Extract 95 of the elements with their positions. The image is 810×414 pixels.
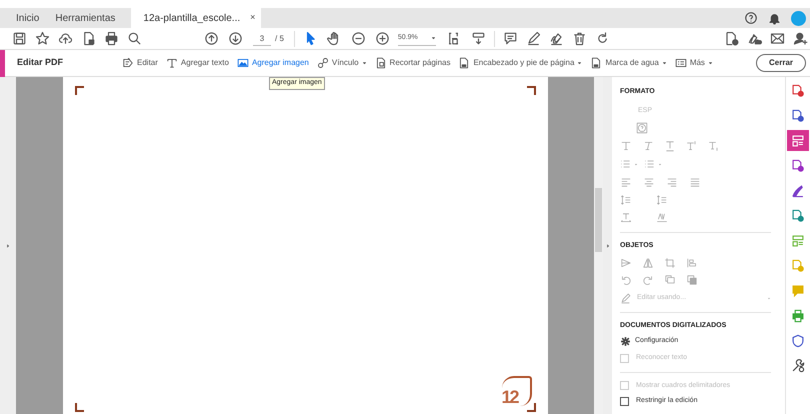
crop-mark [74, 403, 84, 412]
document-icon[interactable] [724, 31, 739, 46]
print-icon[interactable] [104, 31, 119, 46]
tool-button[interactable]: Más [674, 57, 713, 69]
tool-button[interactable]: Encabezado y pie de página [458, 57, 582, 69]
crop-mark [526, 403, 536, 412]
tab[interactable]: Inicio [8, 8, 48, 28]
document-icon [590, 57, 602, 69]
document-icon [791, 108, 805, 122]
search-icon[interactable] [127, 31, 142, 46]
checkbox[interactable] [620, 396, 629, 406]
user-icon[interactable] [793, 31, 808, 46]
text-style-icon[interactable] [620, 140, 632, 152]
align-icon[interactable] [689, 176, 701, 188]
close-button[interactable]: × [250, 11, 256, 25]
object-icon[interactable] [642, 256, 654, 268]
object-icon[interactable] [620, 256, 632, 268]
help-icon[interactable] [744, 11, 758, 25]
tool-button[interactable] [787, 130, 809, 151]
tool-button[interactable]: Marca de agua [590, 57, 667, 69]
signature-icon[interactable] [747, 31, 762, 46]
tool-button[interactable]: Agregar imagen [236, 57, 309, 69]
close-button[interactable]: Cerrar [756, 54, 806, 72]
link-icon [316, 57, 329, 69]
page-field[interactable]: 3 [253, 32, 271, 46]
panel-title: Editar PDF [17, 56, 64, 70]
align-icon[interactable] [666, 176, 678, 188]
object-icon[interactable] [620, 274, 632, 286]
document-icon [791, 208, 805, 222]
pencil-icon[interactable] [526, 31, 541, 46]
document-icon [791, 258, 805, 272]
tab[interactable]: Herramientas [47, 8, 124, 28]
settings-icon [620, 336, 631, 347]
tool-button[interactable]: Editar [122, 57, 158, 69]
document-icon [458, 57, 470, 69]
text-style-icon[interactable] [708, 140, 720, 152]
layout-icon [791, 234, 805, 248]
text-style-icon[interactable] [664, 140, 676, 152]
edit-icon [122, 57, 134, 69]
line-spacing-icon[interactable] [620, 194, 632, 206]
accent-bar [0, 50, 5, 76]
crop-mark [526, 86, 536, 95]
scrollbar[interactable] [594, 77, 603, 414]
image-icon [236, 57, 249, 69]
signature-icon[interactable] [548, 31, 564, 46]
logo-text: 12 [502, 388, 518, 406]
crop-icon [374, 57, 387, 69]
arrow-down-icon[interactable] [228, 31, 243, 46]
layout-icon [791, 134, 805, 148]
document-icon[interactable] [81, 31, 96, 46]
comment-icon[interactable] [502, 31, 518, 46]
scrollbar-thumb[interactable] [595, 188, 602, 252]
shield-icon [791, 334, 805, 348]
expand-icon[interactable] [6, 242, 10, 248]
object-icon[interactable] [686, 256, 698, 268]
spacing-icon[interactable] [620, 212, 632, 224]
arrow-up-icon[interactable] [204, 31, 219, 46]
zoom-in-icon[interactable] [374, 31, 390, 46]
bell-icon[interactable] [768, 12, 781, 24]
pencil-icon [620, 292, 631, 304]
crop-mark [74, 86, 84, 95]
spacing-icon[interactable] [656, 212, 668, 224]
zoom-out-icon[interactable] [350, 31, 366, 46]
align-icon[interactable] [643, 176, 655, 188]
list-icon [674, 57, 687, 69]
caret-icon [658, 162, 662, 166]
tool-button[interactable]: Agregar texto [166, 57, 229, 69]
tool-button[interactable]: Vínculo [316, 57, 367, 69]
document-icon [791, 84, 805, 98]
tab[interactable]: 12a-plantilla_escole... × [131, 8, 262, 28]
trash-icon[interactable] [572, 31, 587, 46]
expand-icon[interactable] [606, 242, 610, 248]
line-spacing-icon[interactable] [656, 194, 668, 206]
text-style-icon[interactable] [642, 140, 654, 152]
caret-icon [430, 36, 436, 40]
text-icon [166, 57, 178, 69]
object-icon[interactable] [664, 274, 676, 286]
align-icon[interactable] [620, 176, 632, 188]
pen-icon [791, 184, 805, 198]
save-icon[interactable] [12, 31, 27, 46]
wrench-icon [791, 358, 805, 372]
comment-icon [791, 284, 805, 298]
page-total: / 5 [275, 32, 284, 44]
cloud-upload-icon[interactable] [58, 31, 73, 46]
caret-icon [634, 162, 638, 166]
document-icon [791, 158, 805, 172]
tool-button[interactable]: Recortar páginas [374, 57, 450, 69]
caret-icon [767, 296, 771, 300]
printer-icon [791, 308, 805, 322]
avatar[interactable] [791, 10, 806, 26]
scroll-mode-icon[interactable] [470, 31, 486, 46]
mail-icon[interactable] [770, 31, 785, 46]
star-icon[interactable] [35, 31, 50, 46]
object-icon[interactable] [686, 274, 698, 286]
object-icon[interactable] [642, 274, 654, 286]
